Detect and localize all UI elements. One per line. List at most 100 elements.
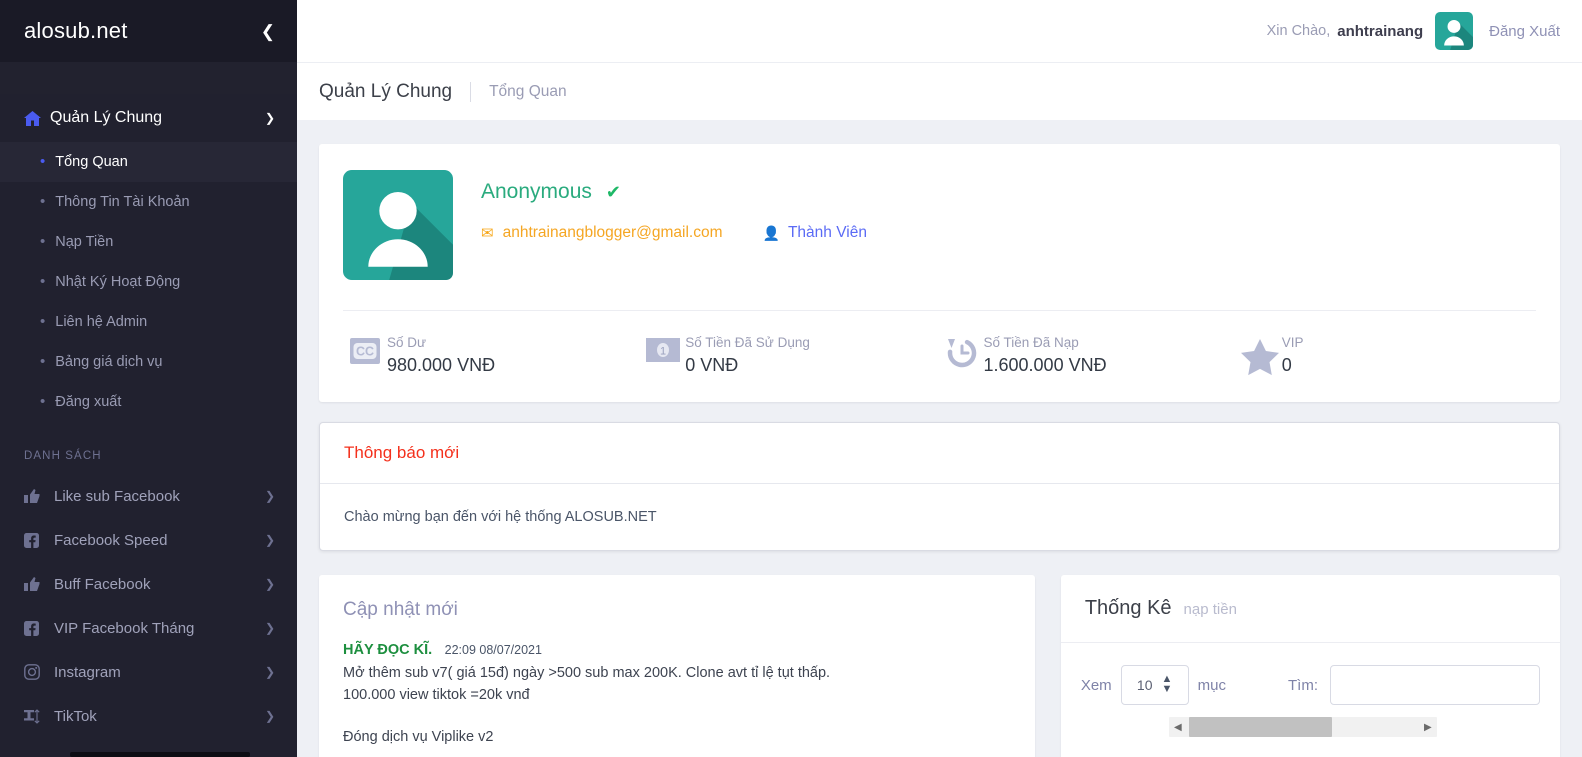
statistics-body: Xem 10 ▲ ▼ mục Tìm: ◀ ▶ <box>1060 642 1560 737</box>
page-length-label: Xem <box>1080 676 1112 694</box>
sidebar-category-0[interactable]: Like sub Facebook ❯ <box>0 474 297 518</box>
stat-value: 980.000 VNĐ <box>387 355 496 375</box>
stat-label: Số Tiền Đã Nạp <box>983 335 1079 350</box>
sidebar-item-1[interactable]: • Thông Tin Tài Khoản <box>0 182 297 222</box>
sidebar-category-4[interactable]: Instagram ❯ <box>0 650 297 694</box>
sidebar-sub-list: • Tổng Quan • Thông Tin Tài Khoản • Nạp Tiền •… <box>0 142 297 422</box>
stat-value: 0 <box>1281 355 1292 375</box>
sidebar-category-label: TikTok <box>54 707 97 725</box>
page-length-select[interactable]: 10 ▲ ▼ <box>1120 665 1189 705</box>
scrollbar-thumb[interactable] <box>1188 717 1332 737</box>
profile-name: Anonymous <box>481 180 592 203</box>
breadcrumb-sub[interactable]: Tổng Quan <box>489 83 567 101</box>
statistics-subtitle: nạp tiền <box>1183 601 1237 618</box>
scrollbar-track[interactable] <box>1187 717 1419 737</box>
statistics-card: Thống Kê nạp tiền Xem 10 ▲ ▼ mục Tìm: ◀ … <box>1060 575 1560 757</box>
sidebar-item-label: Bảng giá dịch vụ <box>55 354 163 370</box>
stat-text: Số Tiền Đã Nạp 1.600.000 VNĐ <box>984 335 1107 376</box>
svg-text:1: 1 <box>660 346 666 358</box>
sidebar-item-label: Nhật Ký Hoạt Động <box>55 274 181 290</box>
sidebar-category-1[interactable]: Facebook Speed ❯ <box>0 518 297 562</box>
stat-item-1: 1 Số Tiền Đã Sử Dụng 0 VNĐ <box>641 335 939 376</box>
sidebar-category-3[interactable]: VIP Facebook Tháng ❯ <box>0 606 297 650</box>
profile-role: Thành Viên <box>787 224 867 241</box>
chevron-left-icon[interactable]: ❮ <box>261 23 275 40</box>
text-height-icon <box>24 708 54 724</box>
stat-label: Số Dư <box>387 335 427 350</box>
update-entry: HÃY ĐỌC KĨ. 22:09 08/07/2021 <box>343 641 1011 659</box>
sidebar-category-label: Like sub Facebook <box>54 487 180 505</box>
user-avatar-icon[interactable] <box>1435 12 1474 50</box>
instagram-icon <box>24 664 54 680</box>
facebook-square-icon <box>24 532 54 548</box>
sidebar-item-0[interactable]: • Tổng Quan <box>0 142 297 182</box>
greeting-text: Xin Chào, <box>1266 23 1331 39</box>
content-scroll: Anonymous ✔ ✉ anhtrainangblogger@gmail.c… <box>297 120 1582 757</box>
sidebar-item-label: Đăng xuất <box>55 394 122 410</box>
chevron-right-icon: ❯ <box>264 533 275 547</box>
page-title: Quản Lý Chung <box>319 80 453 102</box>
page-length-unit: mục <box>1197 676 1226 694</box>
sidebar-item-label: Nạp Tiền <box>55 234 114 250</box>
stat-item-0: CC Số Dư 980.000 VNĐ <box>343 335 641 376</box>
sidebar-section-title: DANH SÁCH <box>24 450 102 462</box>
chevron-right-icon: ❯ <box>264 665 275 679</box>
sidebar-item-4[interactable]: • Liên hệ Admin <box>0 302 297 342</box>
update-timestamp: 22:09 08/07/2021 <box>444 643 542 657</box>
update-next-entry: Đóng dịch vụ Viplike v2 <box>343 729 494 745</box>
stat-label: VIP <box>1281 335 1304 350</box>
stat-label: Số Tiền Đã Sử Dụng <box>685 335 810 350</box>
profile-header: Anonymous ✔ ✉ anhtrainangblogger@gmail.c… <box>343 170 1536 310</box>
sidebar-item-label: Tổng Quan <box>55 154 128 170</box>
topbar: Xin Chào, anhtrainang Đăng Xuất <box>297 0 1582 62</box>
brand-title: alosub.net <box>24 18 128 43</box>
money-icon: 1 <box>641 338 685 362</box>
logout-link[interactable]: Đăng Xuất <box>1489 23 1560 40</box>
sidebar-category-5[interactable]: TikTok ❯ <box>0 694 297 738</box>
sidebar-group-label: Quản Lý Chung <box>50 109 163 126</box>
history-icon <box>940 338 984 368</box>
search-group: Tìm: <box>1288 665 1540 705</box>
avatar <box>343 170 453 280</box>
sidebar-scrollbar[interactable] <box>70 752 250 757</box>
thumbs-up-icon <box>24 488 54 504</box>
updates-title: Cập nhật mới <box>343 599 458 620</box>
update-line-2: 100.000 view tiktok =20k vnđ <box>343 687 530 703</box>
check-icon: ✔ <box>605 181 621 202</box>
sidebar-item-2[interactable]: • Nạp Tiền <box>0 222 297 262</box>
stat-item-2: Số Tiền Đã Nạp 1.600.000 VNĐ <box>940 335 1238 376</box>
sidebar-group-quan-ly-chung[interactable]: Quản Lý Chung ❯ <box>0 94 297 142</box>
breadcrumb: Quản Lý Chung Tổng Quan <box>297 62 1582 120</box>
profile-email[interactable]: anhtrainangblogger@gmail.com <box>503 224 723 242</box>
sidebar-item-label: Liên hệ Admin <box>55 314 148 330</box>
home-icon <box>24 110 50 126</box>
sidebar-category-label: Buff Facebook <box>54 575 151 593</box>
sidebar-category-label: VIP Facebook Tháng <box>54 619 195 637</box>
chevron-updown-icon: ▲ ▼ <box>1161 673 1173 695</box>
sidebar-item-5[interactable]: • Bảng giá dịch vụ <box>0 342 297 382</box>
stat-text: VIP 0 <box>1282 335 1304 376</box>
notification-body: Chào mừng bạn đến với hệ thống ALOSUB.NE… <box>320 483 1559 550</box>
envelope-icon: ✉ <box>481 225 494 242</box>
sidebar-item-6[interactable]: • Đăng xuất <box>0 382 297 422</box>
sidebar-category-label: Facebook Speed <box>54 531 168 549</box>
stat-text: Số Dư 980.000 VNĐ <box>387 335 495 376</box>
scroll-left-icon[interactable]: ◀ <box>1169 722 1187 733</box>
notification-header: Thông báo mới <box>320 423 1559 483</box>
sidebar-category-2[interactable]: Buff Facebook ❯ <box>0 562 297 606</box>
scroll-right-icon[interactable]: ▶ <box>1419 722 1437 733</box>
profile-card: Anonymous ✔ ✉ anhtrainangblogger@gmail.c… <box>319 144 1560 402</box>
profile-info: Anonymous ✔ ✉ anhtrainangblogger@gmail.c… <box>453 170 867 280</box>
breadcrumb-divider <box>470 81 472 102</box>
table-horizontal-scrollbar[interactable]: ◀ ▶ <box>1168 717 1437 737</box>
search-input[interactable] <box>1330 665 1540 705</box>
sidebar-item-3[interactable]: • Nhật Ký Hoạt Động <box>0 262 297 302</box>
chevron-down-icon[interactable]: ❯ <box>265 111 275 125</box>
profile-meta: ✉ anhtrainangblogger@gmail.com 👤 Thành V… <box>481 224 867 242</box>
bottom-row: Cập nhật mới HÃY ĐỌC KĨ. 22:09 08/07/202… <box>319 575 1560 757</box>
sidebar-category-label: Instagram <box>54 663 121 681</box>
sidebar-category-list: Like sub Facebook ❯ Facebook Speed ❯ Buff Fa… <box>0 474 297 738</box>
star-icon <box>1238 338 1282 376</box>
chevron-right-icon: ❯ <box>264 621 275 635</box>
chevron-right-icon: ❯ <box>264 577 275 591</box>
